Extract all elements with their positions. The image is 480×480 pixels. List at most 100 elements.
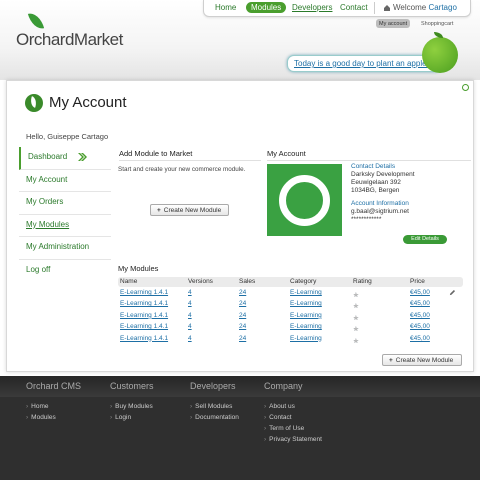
footer-link-list: Sell ModulesDocumentation <box>190 403 239 425</box>
module-name-link[interactable]: E-Learning 1.4.1 <box>120 323 168 330</box>
module-sales-link[interactable]: 24 <box>239 323 246 330</box>
footer-heading: Developers <box>190 381 236 391</box>
table-body: E-Learning 1.4.1 4 24 E-Learning €45,00 ★ ★ ★ ★ ★… <box>118 287 463 345</box>
module-price-link[interactable]: €45,00 <box>410 289 430 296</box>
module-sales-link[interactable]: 24 <box>239 312 246 319</box>
footer-link[interactable]: Home <box>26 403 56 414</box>
col-rating: Rating <box>353 278 372 285</box>
welcome-prefix: Welcome <box>393 3 427 12</box>
footer-heading: Customers <box>110 381 154 391</box>
contact-line: Darksky Development <box>351 171 415 178</box>
top-navigation: Home Modules Developers Contact Welcome … <box>203 0 471 17</box>
table-row: E-Learning 1.4.1 4 24 E-Learning €45,00 ★ ★ ★ ★ ★ <box>118 287 463 299</box>
module-price-link[interactable]: €45,00 <box>410 312 430 319</box>
account-info-heading[interactable]: Account Information <box>351 200 409 208</box>
footer-link-list: HomeModules <box>26 403 56 425</box>
footer-link[interactable]: Buy Modules <box>110 403 153 414</box>
module-name-link[interactable]: E-Learning 1.4.1 <box>120 312 168 319</box>
close-icon[interactable] <box>462 84 469 91</box>
module-category-link[interactable]: E-Learning <box>290 312 322 319</box>
nav-contact[interactable]: Contact <box>340 3 368 12</box>
pencil-icon[interactable] <box>449 289 456 298</box>
contact-details: Contact Details Darksky Development Eeuw… <box>351 163 415 195</box>
module-name-link[interactable]: E-Learning 1.4.1 <box>120 335 168 342</box>
welcome-message: Welcome Cartago <box>393 3 457 12</box>
footer-link[interactable]: About us <box>264 403 322 414</box>
footer-heading: Company <box>264 381 303 391</box>
contact-details-heading[interactable]: Contact Details <box>351 163 415 171</box>
module-sales-link[interactable]: 24 <box>239 300 246 307</box>
footer-link-list: Buy ModulesLogin <box>110 403 153 425</box>
footer-link[interactable]: Login <box>110 414 153 425</box>
col-versions: Versions <box>188 278 213 285</box>
create-module-label: Create New Module <box>395 357 454 364</box>
sidebar-item-label: My Account <box>26 174 68 184</box>
module-sales-link[interactable]: 24 <box>239 335 246 342</box>
sidebar-item-dashboard[interactable]: Dashboard <box>19 147 111 170</box>
subnav-my-account[interactable]: My account <box>376 19 411 28</box>
double-arrow-icon <box>78 153 87 161</box>
col-sales: Sales <box>239 278 256 285</box>
contact-line: 1034BG, Bergen <box>351 187 400 194</box>
footer-link[interactable]: Privacy Statement <box>264 436 322 447</box>
module-name-link[interactable]: E-Learning 1.4.1 <box>120 300 168 307</box>
leaf-badge-icon <box>25 94 43 112</box>
module-versions-link[interactable]: 4 <box>188 289 192 296</box>
module-price-link[interactable]: €45,00 <box>410 323 430 330</box>
apple-icon <box>418 32 460 74</box>
module-versions-link[interactable]: 4 <box>188 335 192 342</box>
module-versions-link[interactable]: 4 <box>188 312 192 319</box>
nav-home[interactable]: Home <box>215 3 236 12</box>
brand-logo[interactable]: OrchardMarket <box>16 10 126 49</box>
sidebar-item-label: Dashboard <box>28 152 68 161</box>
table-row: E-Learning 1.4.1 4 24 E-Learning €45,00 ★ ★ ★ ★ ★ <box>118 321 463 333</box>
brand-name: OrchardMarket <box>16 30 123 49</box>
module-category-link[interactable]: E-Learning <box>290 300 322 307</box>
sidebar-item-log-off[interactable]: Log off <box>19 260 111 283</box>
sidebar-item-label: Log off <box>26 264 51 274</box>
nav-modules[interactable]: Modules <box>246 2 287 13</box>
footer-link-list: About usContactTerm of UsePrivacy Statem… <box>264 403 322 447</box>
module-versions-link[interactable]: 4 <box>188 300 192 307</box>
account-information: Account Information g.baal@sigtrium.net … <box>351 200 409 224</box>
sidebar-item-my-account[interactable]: My Account <box>19 170 111 193</box>
star-icon[interactable]: ★ <box>353 337 359 345</box>
footer-link[interactable]: Modules <box>26 414 56 425</box>
modules-table: Name Versions Sales Category Rating Pric… <box>118 277 463 345</box>
module-category-link[interactable]: E-Learning <box>290 323 322 330</box>
edit-details-button[interactable]: Edit Details <box>403 235 447 244</box>
contact-line: Eeuwigelaan 392 <box>351 179 401 186</box>
plus-icon: + <box>389 357 393 364</box>
footer-link[interactable]: Contact <box>264 414 322 425</box>
module-versions-link[interactable]: 4 <box>188 323 192 330</box>
footer-link[interactable]: Term of Use <box>264 425 322 436</box>
sidebar-item-my-modules[interactable]: My Modules <box>19 215 111 238</box>
add-module-text: Start and create your new commerce modul… <box>118 166 246 173</box>
account-password: ************ <box>351 216 382 223</box>
sidebar-item-label: My Modules <box>26 219 70 229</box>
module-category-link[interactable]: E-Learning <box>290 335 322 342</box>
create-module-button-bottom[interactable]: + Create New Module <box>382 354 462 366</box>
sidebar-item-label: My Orders <box>26 197 64 207</box>
sidebar-item-my-administration[interactable]: My Administration <box>19 237 111 260</box>
nav-divider <box>374 2 375 14</box>
table-row: E-Learning 1.4.1 4 24 E-Learning €45,00 ★ ★ ★ ★ ★ <box>118 310 463 322</box>
module-sales-link[interactable]: 24 <box>239 289 246 296</box>
nav-developers[interactable]: Developers <box>292 3 332 12</box>
sidebar-item-my-orders[interactable]: My Orders <box>19 192 111 215</box>
footer-link[interactable]: Documentation <box>190 414 239 425</box>
subnav-shopping-cart[interactable]: Shoppingcart <box>418 19 456 28</box>
table-row: E-Learning 1.4.1 4 24 E-Learning €45,00 ★ ★ ★ ★ ★ <box>118 333 463 345</box>
welcome-user[interactable]: Cartago <box>428 3 456 12</box>
leaf-icon <box>27 10 45 32</box>
create-module-button[interactable]: + Create New Module <box>150 204 229 216</box>
module-category-link[interactable]: E-Learning <box>290 289 322 296</box>
module-price-link[interactable]: €45,00 <box>410 335 430 342</box>
col-name: Name <box>120 278 138 285</box>
footer-link[interactable]: Sell Modules <box>190 403 239 414</box>
table-row: E-Learning 1.4.1 4 24 E-Learning €45,00 ★ ★ ★ ★ ★ <box>118 298 463 310</box>
module-name-link[interactable]: E-Learning 1.4.1 <box>120 289 168 296</box>
module-price-link[interactable]: €45,00 <box>410 300 430 307</box>
sidebar-item-label: My Administration <box>26 242 90 252</box>
site-footer: Orchard CMS HomeModules Customers Buy Modul… <box>0 376 480 480</box>
